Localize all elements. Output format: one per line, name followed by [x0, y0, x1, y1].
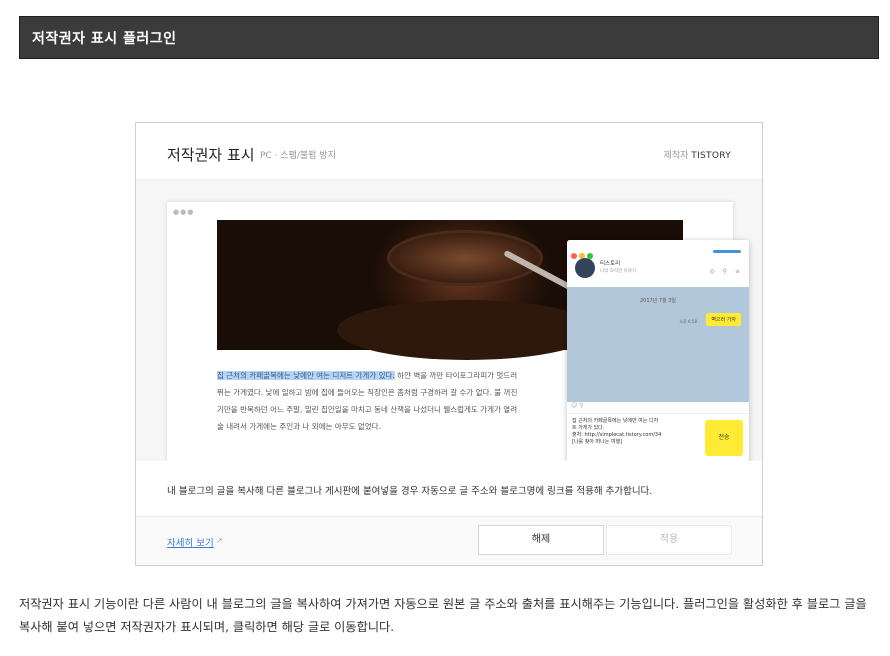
- avatar: [575, 258, 595, 278]
- chat-icons: ◎ ⚲ ≡: [709, 268, 743, 275]
- learn-more-link[interactable]: 자세히 보기: [167, 535, 214, 549]
- chat-input-line-2: 트 가게가 있다.: [572, 425, 605, 431]
- plugin-description: 내 블로그의 글을 복사해 다른 블로그나 게시판에 붙여넣을 경우 자동으로 …: [167, 486, 653, 497]
- section-title: 저작권자 표시 플러그인: [32, 31, 177, 47]
- chat-bubble-time: 오후 6:58: [679, 319, 697, 324]
- plugin-category: PC · 스팸/불펌 방지: [260, 151, 336, 161]
- article-text: 집 근처의 카페골목에는 낮에만 여는 디저트 가게가 있다. 하얀 벽을 까만…: [217, 367, 577, 435]
- chat-input-line-4: [나를 찾아 떠나는 여행]: [572, 439, 623, 445]
- chat-input-line-3: 출처: http://simplecat.tistory.com/34: [572, 432, 662, 438]
- article-line-1: 집 근처의 카페골목에는 낮에만 여는 디저트 가게가 있다. 하얀 벽을 까만…: [217, 367, 577, 384]
- panel-footer: 자세히 보기 ↗ 해제 적용: [136, 517, 762, 565]
- article-line-3: 기만을 반복하던 어느 주말, 밀린 집안일을 마치고 동네 산책을 나섰더니 …: [217, 405, 518, 414]
- chat-body: 2017년 7월 3일 오후 6:58 벽으러 가자: [567, 287, 749, 402]
- feature-explanation: 저작권자 표시 기능이란 다른 사람이 내 블로그의 글을 복사하여 가져가면 …: [19, 597, 867, 634]
- chat-input-line-1: 집 근처의 카페골목에는 낮에만 여는 디저: [572, 418, 659, 424]
- plugin-title: 저작권자 표시: [167, 146, 255, 164]
- panel-header: 저작권자 표시 PC · 스팸/불펌 방지 제작자 TISTORY: [136, 123, 762, 180]
- chat-window-mock: 티스토리 나의 즉석한 이야기 ◎ ⚲ ≡ 2017년 7월 3일 오후 6:5…: [567, 240, 749, 461]
- section-header: 저작권자 표시 플러그인: [19, 16, 879, 59]
- article-rest-1: 하얀 벽을 까만 타이포그라피가 멋드러: [394, 371, 518, 380]
- chat-desc: 나의 즉석한 이야기: [600, 269, 636, 274]
- saucer-shape: [337, 300, 597, 360]
- toggle-icon: [713, 250, 741, 253]
- apply-button[interactable]: 적용: [606, 525, 732, 555]
- chat-date: 2017년 7월 3일: [639, 298, 677, 304]
- preview-image: ●●● 집 근처의 카페골목에는 낮에만 여는 디저트 가게가 있다. 하얀 벽…: [136, 180, 762, 461]
- description-row: 내 블로그의 글을 복사해 다른 블로그나 게시판에 붙여넣을 경우 자동으로 …: [136, 461, 762, 517]
- chat-input-text: 집 근처의 카페골목에는 낮에만 여는 디저 트 가게가 있다. 출처: htt…: [572, 418, 697, 446]
- article-line-2: 뛰는 가게였다. 낮에 일하고 밤에 집에 들어오는 직장인은 좀처럼 구경하러…: [217, 388, 518, 397]
- chat-top: 티스토리 나의 즉석한 이야기 ◎ ⚲ ≡: [567, 240, 749, 287]
- chat-name: 티스토리: [600, 261, 621, 267]
- maker-name: TISTORY: [691, 151, 731, 161]
- plugin-panel: 저작권자 표시 PC · 스팸/불펌 방지 제작자 TISTORY ●●● 집 …: [135, 122, 763, 566]
- chat-tools-icon: ☺ ⚲: [567, 402, 749, 414]
- external-link-icon[interactable]: ↗: [216, 536, 223, 545]
- chat-bubble: 벽으러 가자: [706, 313, 741, 326]
- maker-label: 제작자: [663, 151, 689, 161]
- article-line-4: 술 내려서 가게에는 주인과 나 외에는 아무도 없었다.: [217, 422, 381, 431]
- chat-send: 전송: [705, 420, 743, 456]
- window-dots-icon: ●●●: [173, 208, 195, 216]
- article-highlight: 집 근처의 카페골목에는 낮에만 여는 디저트 가게가 있다.: [217, 371, 395, 380]
- plugin-maker: 제작자 TISTORY: [664, 148, 731, 161]
- disable-button[interactable]: 해제: [478, 525, 604, 555]
